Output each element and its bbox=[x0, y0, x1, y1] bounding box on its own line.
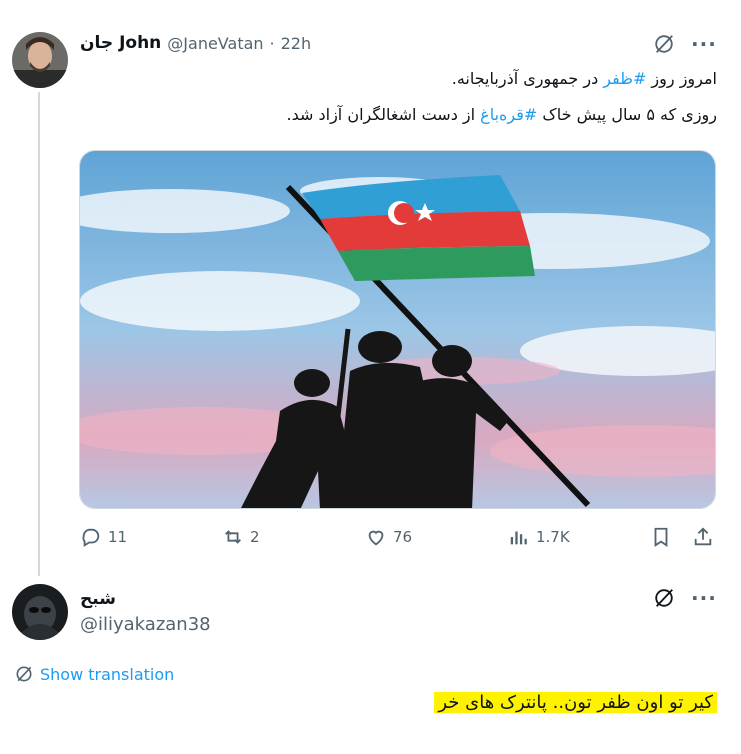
bookmark-button[interactable] bbox=[650, 526, 672, 548]
tweet-media-image[interactable] bbox=[79, 150, 716, 509]
grok-icon[interactable] bbox=[653, 33, 675, 59]
tweet-text-line-2: روزی که ۵ سال پیش خاک #قره‌باغ از دست اش… bbox=[286, 105, 717, 124]
reply-more-options-icon[interactable]: ··· bbox=[691, 586, 717, 610]
tweet-header: جان John @JaneVatan · 22h bbox=[80, 33, 311, 53]
tweet-text-line-1: امروز روز #ظفر در جمهوری آذربایجانه. bbox=[451, 69, 717, 88]
reply-display-name[interactable]: شبح bbox=[80, 589, 116, 609]
display-name[interactable]: جان John bbox=[80, 33, 161, 53]
bookmark-icon bbox=[654, 527, 668, 547]
reply-button[interactable]: 11 bbox=[80, 526, 127, 548]
separator-dot: · bbox=[269, 33, 275, 53]
share-button[interactable] bbox=[692, 526, 714, 548]
retweet-button[interactable]: 2 bbox=[222, 526, 260, 548]
views-chart-icon bbox=[510, 531, 527, 545]
like-count: 76 bbox=[393, 528, 413, 546]
reply-icon bbox=[82, 528, 100, 547]
retweet-icon bbox=[225, 530, 241, 544]
heart-icon bbox=[368, 530, 384, 546]
views-button[interactable]: 1.7K bbox=[508, 526, 570, 548]
timestamp[interactable]: 22h bbox=[281, 34, 312, 53]
tweet-text: امروز روز #ظفر در جمهوری آذربایجانه. روز… bbox=[97, 64, 717, 130]
views-count: 1.7K bbox=[536, 528, 570, 546]
hashtag-zafar[interactable]: #ظفر bbox=[603, 69, 646, 88]
avatar[interactable] bbox=[12, 32, 68, 88]
user-handle[interactable]: @JaneVatan bbox=[167, 34, 263, 53]
reply-text: کیر تو اون ظفر تون.. پانترک های خر bbox=[434, 692, 717, 713]
share-icon bbox=[694, 527, 712, 546]
hashtag-karabakh[interactable]: #قره‌باغ bbox=[480, 105, 537, 124]
retweet-count: 2 bbox=[250, 528, 260, 546]
reply-user-handle[interactable]: @iliyakazan38 bbox=[80, 614, 211, 635]
translate-icon bbox=[16, 666, 32, 682]
reply-count: 11 bbox=[108, 528, 128, 546]
reply-avatar[interactable] bbox=[12, 584, 68, 640]
reply-text-highlight: کیر تو اون ظفر تون.. پانترک های خر bbox=[434, 692, 717, 713]
like-button[interactable]: 76 bbox=[365, 526, 412, 548]
show-translation-label: Show translation bbox=[40, 664, 175, 684]
more-options-icon[interactable]: ··· bbox=[691, 32, 717, 56]
thread-connector-line bbox=[38, 92, 40, 576]
reply-grok-icon[interactable] bbox=[653, 587, 675, 613]
show-translation-link[interactable]: Show translation bbox=[14, 664, 174, 684]
